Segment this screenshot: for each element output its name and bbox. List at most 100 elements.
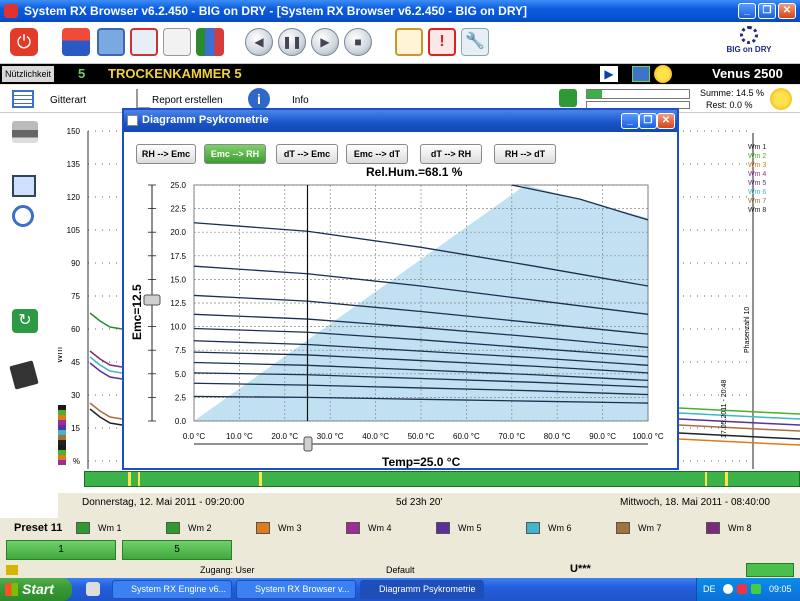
grid-icon[interactable]: [12, 90, 34, 108]
alert-icon[interactable]: !: [428, 28, 456, 56]
wm-colour-swatch[interactable]: [526, 522, 540, 534]
wm-colour-swatch[interactable]: [166, 522, 180, 534]
preset-button-1[interactable]: 1: [6, 540, 116, 560]
trend-series-line: [89, 350, 123, 368]
zoom-icon[interactable]: [12, 205, 34, 227]
chamber-name: TROCKENKAMMER 5: [108, 66, 242, 81]
y-tick-label: 12.5: [170, 299, 186, 308]
timeline-marker: [138, 472, 140, 486]
printer-status-icon: [559, 89, 577, 107]
trend-colour-swatch: [58, 445, 66, 450]
dialog-restore-button[interactable]: ❐: [639, 113, 657, 129]
trend-y-tick: 135: [67, 160, 81, 169]
wm-colour-swatch[interactable]: [346, 522, 360, 534]
layout-icon[interactable]: [395, 28, 423, 56]
windows-logo-icon: [5, 583, 18, 596]
language-indicator[interactable]: DE: [703, 584, 716, 594]
trend-colour-swatch: [58, 430, 66, 435]
report-icon[interactable]: [136, 89, 150, 109]
screen-icon[interactable]: [632, 66, 650, 82]
summe-value: Summe: 14.5 %: [700, 88, 765, 98]
tools-icon[interactable]: 🔧: [461, 28, 489, 56]
close-button[interactable]: ✕: [778, 3, 796, 19]
trend-y-label: Wm: [58, 347, 64, 363]
restore-button[interactable]: ❐: [758, 3, 776, 19]
y-tick-label: 25.0: [170, 181, 186, 190]
pause-icon[interactable]: ❚❚: [278, 28, 306, 56]
trend-y-tick: 120: [67, 193, 81, 202]
timeline-end: Mittwoch, 18. Mai 2011 - 08:40:00: [620, 497, 770, 508]
trend-series-line: [89, 356, 123, 374]
trend-colour-swatch: [58, 450, 66, 455]
nutz-label: Nützlichkeit: [2, 66, 54, 82]
emc-slider[interactable]: [143, 185, 161, 421]
trend-legend-item: Wm 3: [748, 162, 766, 169]
report-button[interactable]: Report erstellen: [152, 95, 223, 106]
y-tick-label: 20.0: [170, 228, 186, 237]
tray-icon[interactable]: [737, 584, 747, 594]
rewind-icon[interactable]: ◀: [245, 28, 273, 56]
emc-slider-thumb[interactable]: [143, 294, 161, 306]
wm-colour-swatch[interactable]: [256, 522, 270, 534]
left-tool-pane: ↻: [0, 113, 58, 518]
export-icon[interactable]: [12, 175, 36, 197]
progress-bar: [586, 89, 690, 99]
monitor-icon[interactable]: [97, 28, 125, 56]
power-icon[interactable]: ⏻: [10, 28, 38, 56]
trend-y-tick: 75: [71, 292, 80, 301]
taskbar-item-engine[interactable]: System RX Engine v6...: [112, 580, 232, 599]
home-icon[interactable]: [62, 28, 90, 56]
tray-icon[interactable]: [751, 584, 761, 594]
stop-icon[interactable]: ■: [344, 28, 372, 56]
dialog-close-button[interactable]: ✕: [657, 113, 675, 129]
trend-icon[interactable]: [163, 28, 191, 56]
taskbar-item-diagram[interactable]: Diagramm Psykrometrie: [360, 580, 484, 599]
save-icon[interactable]: [9, 360, 39, 390]
rel-hum-readout: Rel.Hum.=68.1 %: [366, 165, 463, 179]
trend-legend-item: Wm 5: [748, 180, 766, 187]
trend-colour-swatch: [58, 410, 66, 415]
gitterart-button[interactable]: Gitterart: [50, 95, 86, 106]
info-button[interactable]: Info: [292, 95, 309, 106]
checklist-icon[interactable]: [130, 28, 158, 56]
wm-colour-swatch[interactable]: [76, 522, 90, 534]
trend-colour-swatch: [58, 455, 66, 460]
minimize-button[interactable]: _: [738, 3, 756, 19]
preset-button-5[interactable]: 5: [122, 540, 232, 560]
wm-colour-swatch[interactable]: [616, 522, 630, 534]
y-tick-label: 15.0: [170, 275, 186, 284]
quicklaunch-icon[interactable]: [86, 582, 100, 596]
window-title: System RX Browser v6.2.450 - BIG on DRY …: [24, 4, 528, 18]
x-tick-label: 90.0 °C: [589, 432, 616, 441]
taskbar-item-browser[interactable]: System RX Browser v...: [236, 580, 356, 599]
status-indicator: [6, 565, 18, 575]
trend-series-line: [89, 362, 123, 380]
tray-icon[interactable]: [723, 584, 733, 594]
sun-icon: [654, 65, 672, 83]
start-button[interactable]: Start: [0, 578, 72, 601]
forward-icon[interactable]: ▶: [311, 28, 339, 56]
printer-icon[interactable]: [12, 121, 38, 143]
x-tick-label: 70.0 °C: [498, 432, 525, 441]
play-icon[interactable]: ▶: [600, 66, 618, 82]
wm-colour-swatch[interactable]: [706, 522, 720, 534]
trend-colour-swatch: [58, 460, 66, 465]
vertical-annotation-1: Phasenzahl 10: [744, 307, 751, 353]
bar-chart-icon[interactable]: [196, 28, 224, 56]
dialog-minimize-button[interactable]: _: [621, 113, 639, 129]
trend-colour-swatch: [58, 420, 66, 425]
temp-slider-thumb[interactable]: [303, 436, 313, 452]
x-tick-label: 30.0 °C: [317, 432, 344, 441]
preset-label: Preset 11: [14, 522, 63, 534]
green-corner-button[interactable]: [746, 563, 794, 577]
main-toolbar: ⏻ ◀ ❚❚ ▶ ■ ! 🔧 BIG on DRY: [0, 22, 800, 64]
timeline-marker: [725, 472, 728, 486]
refresh-icon[interactable]: ↻: [12, 309, 38, 333]
dialog-title: Diagramm Psykrometrie: [142, 114, 269, 126]
info-icon[interactable]: i: [248, 88, 270, 110]
rest-value: Rest: 0.0 %: [706, 100, 753, 110]
chamber-statusbar: Nützlichkeit 5 TROCKENKAMMER 5 ▶ Venus 2…: [0, 64, 800, 84]
trend-series-line: [89, 408, 123, 426]
timeline-strip: [84, 471, 800, 487]
wm-colour-swatch[interactable]: [436, 522, 450, 534]
